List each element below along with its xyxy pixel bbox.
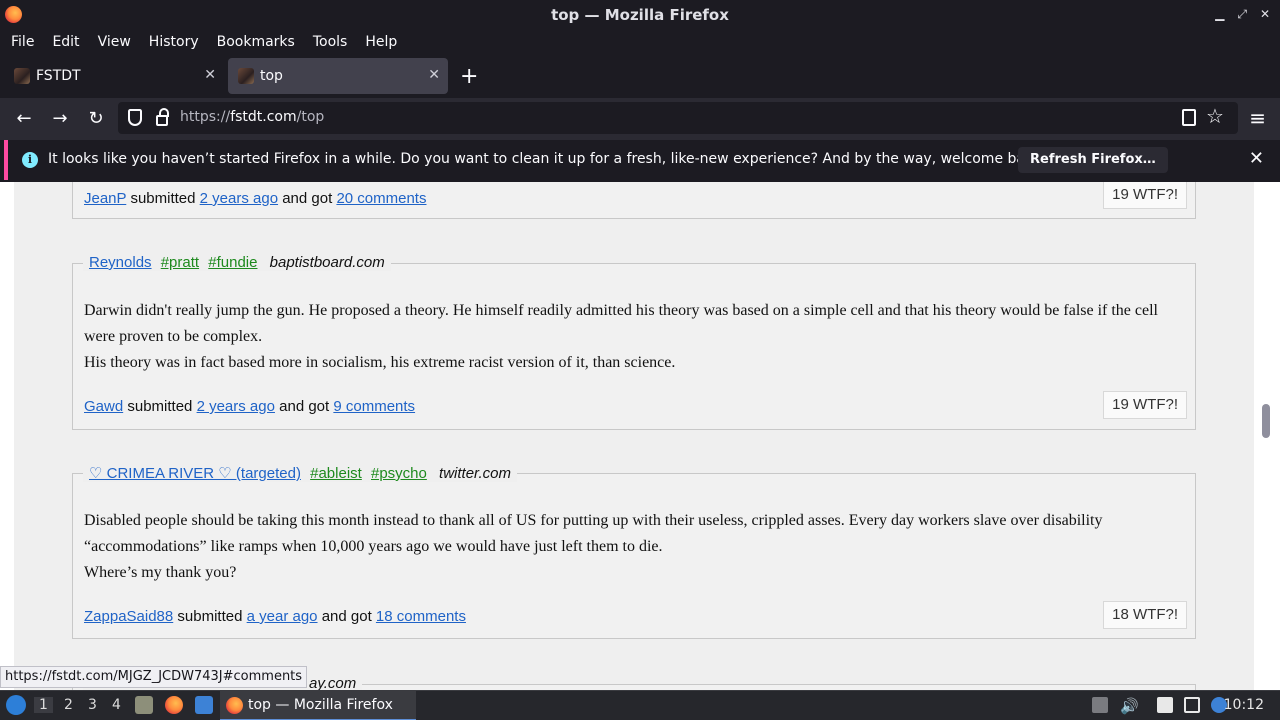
- tag-link[interactable]: #pratt: [161, 254, 199, 271]
- age-link[interactable]: a year ago: [247, 608, 318, 625]
- menu-tools[interactable]: Tools: [304, 34, 357, 50]
- menu-bookmarks[interactable]: Bookmarks: [208, 34, 304, 50]
- source-site: baptistboard.com: [269, 254, 385, 271]
- reader-view-icon[interactable]: [1182, 109, 1196, 126]
- restore-icon[interactable]: ⤢: [1237, 7, 1247, 22]
- source-site: twitter.com: [439, 465, 511, 482]
- window-controls: ▁ ⤢ ✕: [1215, 7, 1270, 22]
- tray-network-icon[interactable]: [1092, 697, 1108, 713]
- clipboard-icon[interactable]: [1157, 697, 1173, 713]
- refresh-firefox-button[interactable]: Refresh Firefox…: [1018, 147, 1168, 173]
- tag-link[interactable]: #fundie: [208, 254, 257, 271]
- tab-label: FSTDT: [36, 68, 81, 84]
- task-label: top — Mozilla Firefox: [248, 697, 393, 713]
- workspace-3[interactable]: 3: [88, 697, 97, 713]
- display-icon[interactable]: [1184, 697, 1200, 713]
- favicon-icon: [238, 68, 254, 84]
- quote-text: Darwin didn't really jump the gun. He pr…: [84, 302, 1158, 371]
- forward-arrow-icon[interactable]: →: [49, 108, 71, 129]
- close-tab-icon[interactable]: ✕: [204, 67, 216, 83]
- quote-header: Reynolds #pratt #fundie baptistboard.com: [83, 254, 391, 271]
- page-viewport: JeanP submitted 2 years ago and got 20 c…: [0, 182, 1280, 690]
- info-icon: i: [22, 152, 38, 168]
- firefox-logo-icon: [226, 697, 243, 714]
- wtf-button[interactable]: 19 WTF?!: [1103, 182, 1187, 209]
- link-status-overlay: https://fstdt.com/MJGZ_JCDW743J#comments: [0, 666, 308, 688]
- hamburger-menu-icon[interactable]: ≡: [1249, 106, 1266, 130]
- comments-link[interactable]: 20 comments: [336, 190, 426, 207]
- comments-link[interactable]: 9 comments: [333, 398, 415, 415]
- wtf-button[interactable]: 19 WTF?!: [1103, 391, 1187, 419]
- author-link[interactable]: ♡ CRIMEA RIVER ♡ (targeted): [89, 465, 301, 482]
- system-taskbar: 1 2 3 4 top — Mozilla Firefox 🔊 10:12: [0, 690, 1280, 720]
- new-tab-plus-icon[interactable]: +: [460, 64, 478, 89]
- quote-card: JeanP submitted 2 years ago and got 20 c…: [72, 182, 1196, 219]
- page-body: JeanP submitted 2 years ago and got 20 c…: [14, 182, 1254, 690]
- age-link[interactable]: 2 years ago: [197, 398, 275, 415]
- tracking-shield-icon[interactable]: [128, 109, 142, 126]
- age-link[interactable]: 2 years ago: [200, 190, 278, 207]
- author-link[interactable]: Reynolds: [89, 254, 152, 271]
- close-tab-icon[interactable]: ✕: [428, 67, 440, 83]
- tag-link[interactable]: #ableist: [310, 465, 362, 482]
- tab-fstdt[interactable]: FSTDT ✕: [4, 58, 224, 94]
- scrollbar-thumb[interactable]: [1262, 404, 1270, 438]
- taskbar-firefox-window[interactable]: top — Mozilla Firefox: [220, 691, 416, 720]
- quote-meta: ZappaSaid88 submitted a year ago and got…: [84, 608, 466, 625]
- quote-header: ♡ CRIMEA RIVER ♡ (targeted) #ableist #ps…: [83, 464, 517, 482]
- url-text[interactable]: https://fstdt.com/top: [180, 109, 324, 125]
- file-manager-icon[interactable]: [135, 696, 153, 714]
- page-scrollbar[interactable]: [1254, 182, 1280, 690]
- wtf-button[interactable]: 18 WTF?!: [1103, 601, 1187, 629]
- minimize-icon[interactable]: ▁: [1215, 7, 1224, 22]
- tab-top[interactable]: top ✕: [228, 58, 448, 94]
- reload-icon[interactable]: ↻: [85, 108, 107, 129]
- workspace-4[interactable]: 4: [112, 697, 121, 713]
- quote-card: ♡ CRIMEA RIVER ♡ (targeted) #ableist #ps…: [72, 464, 1196, 639]
- lock-icon[interactable]: [156, 108, 169, 126]
- terminal-icon[interactable]: [195, 696, 213, 714]
- tab-strip: FSTDT ✕ top ✕ +: [0, 56, 1280, 98]
- volume-icon[interactable]: 🔊: [1120, 697, 1139, 715]
- start-menu-icon[interactable]: [6, 695, 26, 715]
- clock: 10:12: [1223, 697, 1264, 713]
- tab-label: top: [260, 68, 283, 84]
- bookmark-star-icon[interactable]: ☆: [1206, 104, 1224, 128]
- quote-meta: Gawd submitted 2 years ago and got 9 com…: [84, 398, 416, 415]
- comments-link[interactable]: 18 comments: [376, 608, 466, 625]
- menu-help[interactable]: Help: [356, 34, 406, 50]
- menu-history[interactable]: History: [140, 34, 208, 50]
- window-titlebar: top — Mozilla Firefox ▁ ⤢ ✕: [0, 0, 1280, 29]
- firefox-logo-icon: [5, 6, 22, 23]
- submitter-link[interactable]: Gawd: [84, 398, 123, 415]
- favicon-icon: [14, 68, 30, 84]
- back-arrow-icon[interactable]: ←: [13, 108, 35, 129]
- close-notification-icon[interactable]: ✕: [1249, 148, 1264, 169]
- close-window-icon[interactable]: ✕: [1260, 7, 1270, 22]
- refresh-notification-bar: i It looks like you haven’t started Fire…: [4, 140, 1276, 180]
- firefox-launcher-icon[interactable]: [165, 696, 183, 714]
- menu-edit[interactable]: Edit: [43, 34, 88, 50]
- window-title: top — Mozilla Firefox: [551, 5, 729, 24]
- workspace-1[interactable]: 1: [34, 697, 53, 713]
- tag-link[interactable]: #psycho: [371, 465, 427, 482]
- address-bar[interactable]: https://fstdt.com/top ☆: [118, 102, 1238, 134]
- quote-meta: JeanP submitted 2 years ago and got 20 c…: [84, 190, 427, 207]
- notification-message: It looks like you haven’t started Firefo…: [48, 151, 1047, 167]
- source-site: ay.com: [309, 675, 357, 690]
- quote-text: Disabled people should be taking this mo…: [84, 512, 1103, 581]
- navigation-toolbar: ← → ↻ https://fstdt.com/top ☆ ≡: [0, 98, 1280, 140]
- menu-file[interactable]: File: [2, 34, 43, 50]
- submitter-link[interactable]: JeanP: [84, 190, 126, 207]
- submitter-link[interactable]: ZappaSaid88: [84, 608, 173, 625]
- quote-card: Reynolds #pratt #fundie baptistboard.com…: [72, 254, 1196, 430]
- menu-view[interactable]: View: [89, 34, 140, 50]
- menu-bar: File Edit View History Bookmarks Tools H…: [0, 29, 1280, 54]
- workspace-2[interactable]: 2: [64, 697, 73, 713]
